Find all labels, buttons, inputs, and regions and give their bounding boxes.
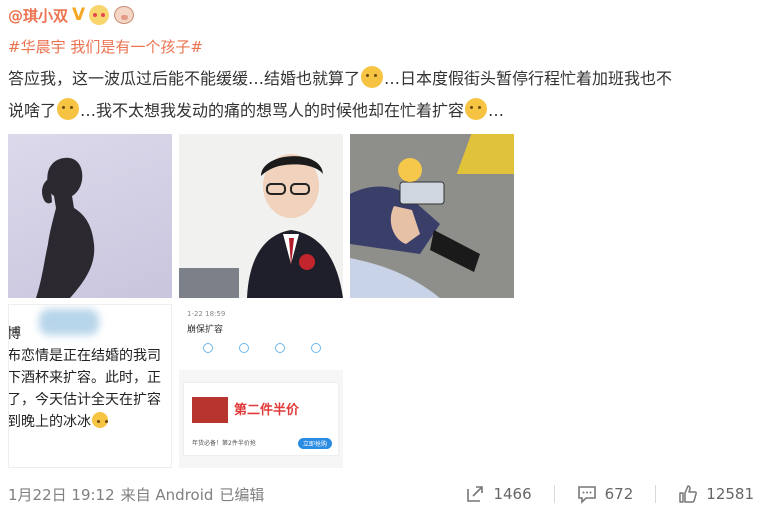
post-text-segment: 说啥了 (8, 101, 57, 120)
doge-emoji-icon (465, 98, 488, 120)
screenshot-text-line: 博 (8, 326, 21, 342)
ad-button: 立即抢购 (297, 438, 332, 449)
doge-emoji-icon (361, 66, 384, 88)
post-header: @琪小双 V (8, 4, 135, 26)
post-text-segment: … (488, 101, 505, 120)
post-text-segment: …日本度假街头暂停行程忙着加班我也不 (384, 69, 673, 88)
action-divider (553, 485, 555, 503)
mini-post-text: 崩保扩容 (187, 325, 224, 335)
comment-button[interactable]: 672 (577, 484, 634, 504)
image-thumbnail-phone-in-hands[interactable] (350, 134, 514, 298)
mini-share-icon (203, 343, 213, 353)
screenshot-text-line: 布恋情是正在结婚的我司 (8, 348, 161, 364)
post-date-link[interactable]: 1月22日 19:12 (8, 484, 115, 505)
laptop-shape (179, 268, 239, 298)
post-meta: 1月22日 19:12 来自 Android 已编辑 (8, 484, 264, 505)
image-thumbnail-man-with-laptop[interactable] (179, 134, 343, 298)
screenshot-text-line: 下酒杯来扩容。此时，正 (8, 370, 161, 386)
username-link[interactable]: @琪小双 (8, 5, 68, 26)
screenshot-text-block: 博 布恋情是正在结婚的我司 下酒杯来扩容。此时，正 了，今天估计全天在扩容 到晚… (8, 323, 161, 433)
comment-icon (577, 486, 596, 504)
phone-hands-illustration (350, 158, 480, 298)
ad-title: 第二件半价 (234, 403, 300, 418)
mini-more-icon (311, 343, 321, 353)
smile-emoji-icon (92, 412, 108, 428)
ad-card: 第二件半价 年货必备！第2件半价抢 立即抢购 (183, 382, 339, 456)
like-button[interactable]: 12581 (678, 484, 754, 504)
repost-icon (467, 486, 484, 502)
doge-emoji-icon (57, 98, 80, 120)
post-actions: 1466 672 12581 (465, 482, 754, 506)
action-divider (655, 485, 657, 503)
image-thumbnail-text-screenshot[interactable]: 博 布恋情是正在结婚的我司 下酒杯来扩容。此时，正 了，今天估计全天在扩容 到晚… (8, 304, 172, 468)
mini-comment-icon (239, 343, 249, 353)
ad-product-image (192, 397, 228, 423)
post-body: 答应我，这一波瓜过后能不能缓缓…结婚也就算了 …日本度假街头暂停行程忙着加班我也不… (8, 63, 760, 127)
heart-eyes-emoji-icon[interactable] (89, 5, 110, 25)
like-icon (679, 485, 698, 503)
mini-post-time: 1-22 18:59 (187, 310, 226, 318)
pig-emoji-icon[interactable] (114, 6, 135, 24)
post-source: 来自 Android (120, 485, 214, 504)
topic-hashtag-link[interactable]: #华晨宇 我们是有一个孩子# (8, 36, 203, 57)
repost-count: 1466 (493, 485, 532, 503)
screenshot-text-line: 到晚上的冰冰 (8, 411, 161, 433)
post-footer: 1月22日 19:12 来自 Android 已编辑 1466 672 1258… (8, 482, 760, 506)
mini-post-card: 1-22 18:59 崩保扩容 (179, 304, 343, 370)
image-grid: 博 布恋情是正在结婚的我司 下酒杯来扩容。此时，正 了，今天估计全天在扩容 到晚… (8, 134, 514, 468)
screenshot-text-line: 了，今天估计全天在扩容 (8, 392, 161, 408)
post-text-segment: 答应我，这一波瓜过后能不能缓缓…结婚也就算了 (8, 69, 361, 88)
mini-like-icon (275, 343, 285, 353)
post-text-segment: …我不太想我发动的痛的想骂人的时候他却在忙着扩容 (80, 101, 465, 120)
repost-button[interactable]: 1466 (465, 484, 532, 504)
mini-action-icons (203, 343, 335, 353)
verified-v-icon[interactable]: V (72, 6, 85, 24)
like-count: 12581 (706, 485, 754, 503)
comment-count: 672 (604, 485, 634, 503)
silhouette-illustration (36, 157, 95, 298)
man-illustration (247, 154, 343, 298)
edited-label[interactable]: 已编辑 (219, 484, 264, 505)
image-thumbnail-silhouette[interactable] (8, 134, 172, 298)
image-thumbnail-app-screenshot[interactable]: 1-22 18:59 崩保扩容 第二件半价 年货必备！第2件半价抢 立即抢购 (179, 304, 343, 468)
screenshot-text-tail: 到晚上的冰冰 (8, 414, 91, 430)
ad-caption: 年货必备！第2件半价抢 (192, 440, 256, 447)
